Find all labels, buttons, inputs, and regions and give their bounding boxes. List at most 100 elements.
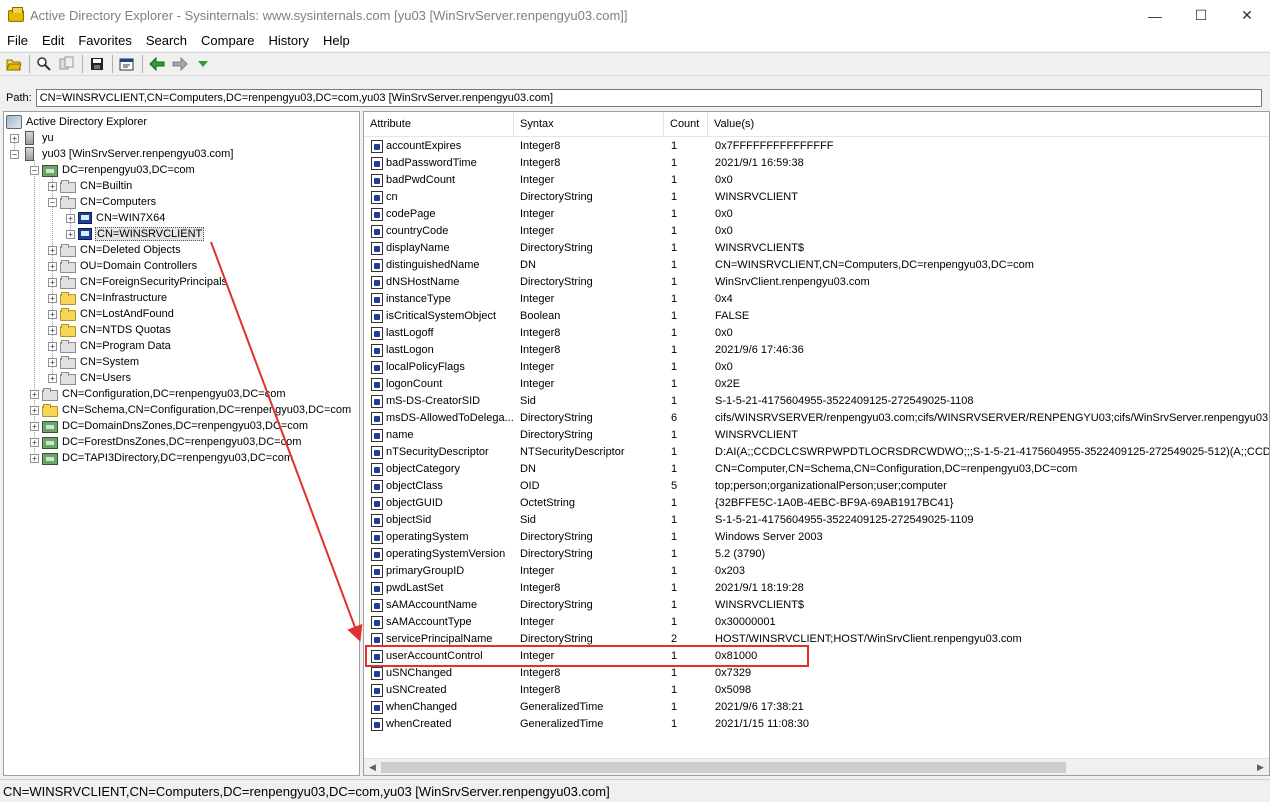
tree-item-configuration[interactable]: + CN=Configuration,DC=renpengyu03,DC=com bbox=[30, 386, 286, 402]
tree-item-yu[interactable]: + yu bbox=[10, 130, 55, 146]
forward-button[interactable] bbox=[169, 53, 191, 75]
table-row[interactable]: cn DirectoryString 1 WINSRVCLIENT bbox=[364, 189, 1269, 206]
table-row[interactable]: uSNChanged Integer8 1 0x7329 bbox=[364, 665, 1269, 682]
expand-icon[interactable]: + bbox=[48, 293, 57, 303]
table-row[interactable]: lastLogoff Integer8 1 0x0 bbox=[364, 325, 1269, 342]
tree-item-yu03[interactable]: − yu03 [WinSrvServer.renpengyu03.com] bbox=[10, 146, 234, 162]
table-row[interactable]: accountExpires Integer8 1 0x7FFFFFFFFFFFFFF… bbox=[364, 138, 1269, 155]
table-row[interactable]: countryCode Integer 1 0x0 bbox=[364, 223, 1269, 240]
table-row[interactable]: logonCount Integer 1 0x2E bbox=[364, 376, 1269, 393]
tree-item-infrastructure[interactable]: + CN=Infrastructure bbox=[48, 290, 168, 306]
maximize-button[interactable]: ☐ bbox=[1178, 0, 1224, 31]
menu-favorites[interactable]: Favorites bbox=[71, 31, 138, 51]
expand-icon[interactable]: + bbox=[30, 421, 39, 431]
menu-search[interactable]: Search bbox=[139, 31, 194, 51]
expand-icon[interactable]: + bbox=[10, 133, 19, 143]
tree-item-tapi3-directory[interactable]: + DC=TAPI3Directory,DC=renpengyu03,DC=co… bbox=[30, 450, 294, 466]
tree-item-domain-controllers[interactable]: + OU=Domain Controllers bbox=[48, 258, 198, 274]
expand-icon[interactable]: + bbox=[48, 373, 57, 383]
attribute-list[interactable]: Attribute Syntax Count Value(s) accountE… bbox=[363, 111, 1270, 776]
tree-item-lost-and-found[interactable]: + CN=LostAndFound bbox=[48, 306, 175, 322]
menu-help[interactable]: Help bbox=[316, 31, 357, 51]
table-row[interactable]: uSNCreated Integer8 1 0x5098 bbox=[364, 682, 1269, 699]
tree-root[interactable]: Active Directory Explorer bbox=[6, 114, 148, 130]
table-row[interactable]: objectCategory DN 1 CN=Computer,CN=Schema,C… bbox=[364, 461, 1269, 478]
table-row[interactable]: distinguishedName DN 1 CN=WINSRVCLIENT,CN=C… bbox=[364, 257, 1269, 274]
expand-icon[interactable]: + bbox=[48, 309, 57, 319]
table-row[interactable]: objectSid Sid 1 S-1-5-21-4175604955-3522409… bbox=[364, 512, 1269, 529]
menu-history[interactable]: History bbox=[262, 31, 316, 51]
back-button[interactable] bbox=[146, 53, 168, 75]
table-row[interactable]: lastLogon Integer8 1 2021/9/6 17:46:36 bbox=[364, 342, 1269, 359]
table-row[interactable]: isCriticalSystemObject Boolean 1 FALSE bbox=[364, 308, 1269, 325]
table-row[interactable]: objectClass OID 5 top;person;organizational… bbox=[364, 478, 1269, 495]
tree-item-users[interactable]: + CN=Users bbox=[48, 370, 132, 386]
expand-icon[interactable]: + bbox=[30, 389, 39, 399]
tree-item-schema[interactable]: + CN=Schema,CN=Configuration,DC=renpengy… bbox=[30, 402, 352, 418]
column-header-values[interactable]: Value(s) bbox=[708, 112, 1269, 137]
collapse-icon[interactable]: − bbox=[10, 149, 19, 159]
table-row[interactable]: whenChanged GeneralizedTime 1 2021/9/6 17:3… bbox=[364, 699, 1269, 716]
properties-button[interactable] bbox=[116, 53, 138, 75]
expand-icon[interactable]: + bbox=[48, 325, 57, 335]
expand-icon[interactable]: + bbox=[48, 277, 57, 287]
expand-icon[interactable]: + bbox=[48, 245, 57, 255]
tree-item-forest-dns-zones[interactable]: + DC=ForestDnsZones,DC=renpengyu03,DC=co… bbox=[30, 434, 302, 450]
table-row[interactable]: operatingSystemVersion DirectoryString 1 5.… bbox=[364, 546, 1269, 563]
expand-icon[interactable]: + bbox=[30, 437, 39, 447]
tree-item-ntds-quotas[interactable]: + CN=NTDS Quotas bbox=[48, 322, 172, 338]
table-row[interactable]: operatingSystem DirectoryString 1 Windows S… bbox=[364, 529, 1269, 546]
tree-item-winsrvclient[interactable]: + CN=WINSRVCLIENT bbox=[66, 226, 205, 242]
expand-icon[interactable]: + bbox=[30, 405, 39, 415]
table-row[interactable]: objectGUID OctetString 1 {32BFFE5C-1A0B-4EB… bbox=[364, 495, 1269, 512]
table-row[interactable]: displayName DirectoryString 1 WINSRVCLIENT$ bbox=[364, 240, 1269, 257]
table-row[interactable]: mS-DS-CreatorSID Sid 1 S-1-5-21-4175604955-… bbox=[364, 393, 1269, 410]
horizontal-scrollbar[interactable]: ◀ ▶ bbox=[364, 758, 1269, 775]
tree-item-deleted-objects[interactable]: + CN=Deleted Objects bbox=[48, 242, 182, 258]
collapse-icon[interactable]: − bbox=[48, 197, 57, 207]
open-button[interactable] bbox=[3, 53, 25, 75]
expand-icon[interactable]: + bbox=[66, 229, 75, 239]
search-button[interactable] bbox=[33, 53, 55, 75]
tree-item-computers[interactable]: − CN=Computers bbox=[48, 194, 157, 210]
minimize-button[interactable]: — bbox=[1132, 0, 1178, 31]
scroll-right-icon[interactable]: ▶ bbox=[1252, 759, 1269, 775]
expand-icon[interactable]: + bbox=[48, 261, 57, 271]
table-row[interactable]: sAMAccountType Integer 1 0x30000001 bbox=[364, 614, 1269, 631]
table-row[interactable]: name DirectoryString 1 WINSRVCLIENT bbox=[364, 427, 1269, 444]
table-row[interactable]: badPwdCount Integer 1 0x0 bbox=[364, 172, 1269, 189]
scroll-left-icon[interactable]: ◀ bbox=[364, 759, 381, 775]
expand-icon[interactable]: + bbox=[30, 453, 39, 463]
table-row[interactable]: instanceType Integer 1 0x4 bbox=[364, 291, 1269, 308]
close-button[interactable]: ✕ bbox=[1224, 0, 1270, 31]
expand-icon[interactable]: + bbox=[66, 213, 75, 223]
column-header-syntax[interactable]: Syntax bbox=[514, 112, 664, 137]
menu-file[interactable]: File bbox=[0, 31, 35, 51]
save-button[interactable] bbox=[86, 53, 108, 75]
tree-item-system[interactable]: + CN=System bbox=[48, 354, 140, 370]
table-row[interactable]: pwdLastSet Integer8 1 2021/9/1 18:19:28 bbox=[364, 580, 1269, 597]
table-row[interactable]: primaryGroupID Integer 1 0x203 bbox=[364, 563, 1269, 580]
table-row[interactable]: msDS-AllowedToDelega... DirectoryString 6 c… bbox=[364, 410, 1269, 427]
menu-compare[interactable]: Compare bbox=[194, 31, 261, 51]
table-row[interactable]: nTSecurityDescriptor NTSecurityDescriptor… bbox=[364, 444, 1269, 461]
menu-edit[interactable]: Edit bbox=[35, 31, 71, 51]
table-row[interactable]: codePage Integer 1 0x0 bbox=[364, 206, 1269, 223]
compare-button[interactable] bbox=[56, 53, 78, 75]
collapse-icon[interactable]: − bbox=[30, 165, 39, 175]
table-row[interactable]: dNSHostName DirectoryString 1 WinSrvClient.… bbox=[364, 274, 1269, 291]
expand-icon[interactable]: + bbox=[48, 341, 57, 351]
column-header-count[interactable]: Count bbox=[664, 112, 708, 137]
path-field[interactable]: CN=WINSRVCLIENT,CN=Computers,DC=renpengy… bbox=[35, 89, 1262, 107]
column-header-attribute[interactable]: Attribute bbox=[364, 112, 514, 137]
table-row[interactable]: whenCreated GeneralizedTime 1 2021/1/15 11:… bbox=[364, 716, 1269, 733]
tree-item-domain-dns-zones[interactable]: + DC=DomainDnsZones,DC=renpengyu03,DC=co… bbox=[30, 418, 309, 434]
scrollbar-thumb[interactable] bbox=[381, 762, 1066, 773]
tree-item-win7x64[interactable]: + CN=WIN7X64 bbox=[66, 210, 166, 226]
table-row[interactable]: sAMAccountName DirectoryString 1 WINSRVCLIE… bbox=[364, 597, 1269, 614]
table-row[interactable]: localPolicyFlags Integer 1 0x0 bbox=[364, 359, 1269, 376]
tree-pane[interactable]: Active Directory Explorer + yu − yu03 [W… bbox=[3, 111, 360, 776]
history-dropdown-button[interactable] bbox=[192, 53, 214, 75]
table-row[interactable]: badPasswordTime Integer8 1 2021/9/1 16:59:3… bbox=[364, 155, 1269, 172]
tree-item-builtin[interactable]: + CN=Builtin bbox=[48, 178, 133, 194]
